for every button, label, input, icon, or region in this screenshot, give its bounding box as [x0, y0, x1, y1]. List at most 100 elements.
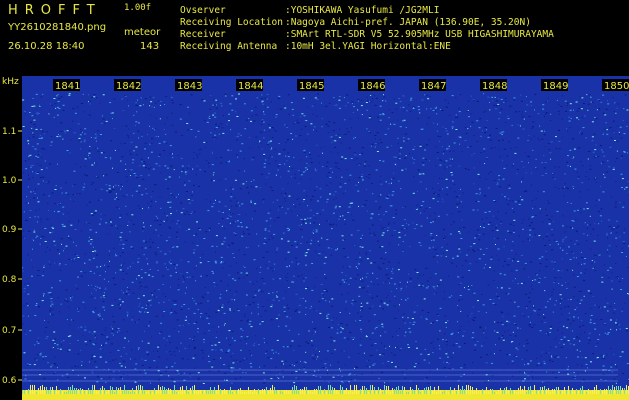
noise-speck [575, 219, 577, 220]
noise-speck [215, 349, 217, 351]
noise-speck [347, 292, 349, 294]
noise-speck [514, 278, 516, 280]
noise-speck [349, 332, 352, 333]
noise-speck [312, 358, 315, 360]
noise-speck [572, 227, 574, 229]
noise-speck [78, 137, 81, 139]
noise-speck [626, 152, 628, 154]
noise-speck [229, 310, 231, 312]
noise-speck [159, 196, 161, 198]
noise-speck [564, 340, 566, 342]
noise-speck [485, 178, 487, 180]
noise-speck [114, 184, 117, 186]
noise-speck [376, 132, 379, 134]
noise-speck [93, 96, 96, 98]
noise-speck [213, 99, 215, 101]
noise-speck [480, 152, 483, 154]
noise-speck [577, 176, 580, 178]
noise-speck [224, 323, 226, 325]
noise-speck [588, 94, 591, 96]
noise-speck [99, 356, 102, 358]
noise-speck [60, 344, 62, 346]
noise-speck [133, 132, 135, 134]
noise-speck [593, 267, 595, 269]
noise-speck [552, 220, 554, 222]
noise-speck [444, 239, 445, 240]
noise-speck [169, 263, 172, 265]
noise-speck [379, 105, 382, 107]
noise-speck [245, 272, 248, 274]
noise-speck [563, 336, 566, 338]
noise-speck [243, 315, 246, 317]
noise-speck [502, 315, 504, 317]
noise-speck [476, 120, 479, 122]
noise-speck [473, 250, 476, 252]
noise-speck [298, 311, 301, 313]
noise-speck [319, 351, 320, 352]
noise-speck [455, 117, 456, 119]
noise-speck [287, 208, 289, 210]
band-spike [458, 385, 459, 394]
noise-speck [222, 304, 224, 306]
noise-speck [91, 96, 94, 98]
noise-speck [557, 270, 560, 272]
band-spike [196, 391, 197, 394]
noise-speck [531, 236, 533, 238]
noise-speck [399, 304, 400, 306]
noise-speck [554, 261, 556, 263]
noise-speck [374, 343, 377, 344]
noise-speck [134, 368, 137, 370]
band-spike [368, 392, 369, 394]
noise-speck [119, 308, 122, 310]
noise-speck [473, 134, 475, 136]
noise-speck [191, 195, 193, 197]
noise-speck [263, 230, 266, 232]
noise-speck [463, 343, 466, 345]
noise-speck [422, 164, 425, 166]
noise-speck [455, 97, 457, 99]
noise-speck [611, 196, 612, 198]
noise-speck [110, 157, 112, 159]
noise-speck [223, 241, 226, 243]
noise-speck [146, 303, 149, 305]
noise-speck [316, 98, 319, 100]
band-spike [610, 389, 611, 394]
noise-speck [558, 166, 560, 168]
noise-speck [336, 317, 338, 319]
noise-speck [449, 165, 452, 167]
noise-speck [356, 258, 358, 260]
noise-speck [540, 355, 542, 357]
noise-speck [23, 331, 25, 333]
noise-speck [124, 337, 126, 339]
noise-speck [113, 247, 115, 249]
noise-speck [237, 135, 239, 137]
noise-speck [190, 213, 192, 215]
noise-speck [610, 347, 612, 349]
band-spike [78, 389, 79, 394]
noise-speck [579, 132, 580, 134]
noise-speck [94, 307, 97, 309]
noise-speck [234, 378, 237, 380]
noise-speck [526, 307, 528, 309]
noise-speck [394, 366, 397, 368]
noise-speck [437, 183, 439, 184]
noise-speck [33, 197, 36, 199]
noise-speck [436, 106, 437, 108]
noise-speck [360, 304, 363, 306]
noise-speck [300, 116, 302, 118]
noise-speck [604, 264, 606, 266]
noise-speck [251, 185, 253, 187]
noise-speck [291, 108, 294, 110]
noise-speck [380, 225, 382, 227]
noise-speck [505, 100, 507, 102]
noise-speck [262, 291, 264, 293]
noise-speck [259, 141, 261, 143]
noise-speck [470, 146, 472, 147]
noise-speck [537, 138, 539, 140]
noise-speck [173, 263, 176, 265]
band-spike [124, 385, 125, 394]
noise-speck [528, 162, 529, 164]
band-spike [98, 391, 99, 394]
noise-speck [331, 353, 334, 354]
noise-speck [388, 222, 391, 224]
